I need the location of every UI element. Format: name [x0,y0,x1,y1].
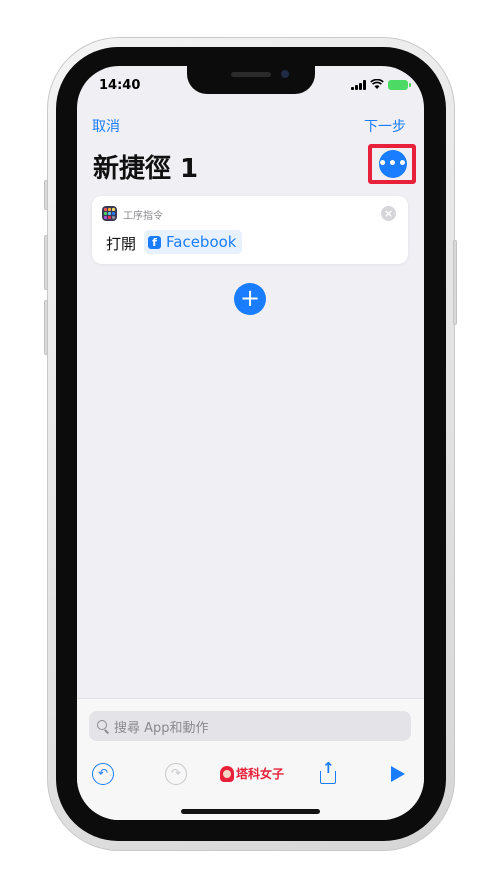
logo-avatar-icon [220,765,234,782]
mute-switch [44,180,48,210]
shortcuts-app-icon [102,206,117,221]
logo-text: 塔科女子 [236,767,285,781]
bottom-panel: 搜尋 App和動作 ↶ ↷ 塔科女子 [77,698,424,820]
plus-icon: + [239,284,261,312]
status-time: 14:40 [99,78,141,93]
search-field[interactable]: 搜尋 App和動作 [89,711,411,741]
action-label: 打開 [106,235,137,253]
facebook-icon: f [148,235,161,249]
card-app-name: 工序指令 [123,211,163,222]
home-indicator [181,809,320,814]
search-icon [97,720,109,732]
status-icons [351,79,411,90]
power-button [453,240,457,325]
volume-up-button [44,235,48,290]
action-card[interactable]: 工序指令 × 打開 f Facebook [92,196,408,264]
ellipsis-icon: ••• [378,156,408,172]
volume-down-button [44,300,48,355]
page-title: 新捷徑 1 [93,154,199,184]
add-action-button[interactable]: + [234,283,266,315]
battery-icon [388,79,411,90]
front-camera [281,70,289,78]
next-button[interactable]: 下一步 [364,116,406,136]
speaker [231,72,271,77]
screen: 14:40 取消 下一步 新捷徑 1 ••• 工序指令 × 打開 f Faceb… [77,66,424,820]
bottom-toolbar: ↶ ↷ 塔科女子 [77,755,424,795]
app-parameter-token[interactable]: f Facebook [144,230,243,254]
cancel-button[interactable]: 取消 [92,116,120,136]
play-icon[interactable] [391,766,405,782]
notch [187,66,315,94]
more-options-button[interactable]: ••• [378,150,408,178]
wifi-icon [370,79,384,89]
close-icon: × [383,207,394,220]
signal-icon [351,79,366,90]
parameter-label: Facebook [166,233,237,251]
search-placeholder: 搜尋 App和動作 [114,720,209,736]
remove-action-button[interactable]: × [381,206,396,221]
watermark-logo: 塔科女子 [220,765,284,782]
share-icon[interactable] [319,759,337,785]
undo-icon[interactable]: ↶ [92,763,114,785]
redo-icon[interactable]: ↷ [165,763,187,785]
